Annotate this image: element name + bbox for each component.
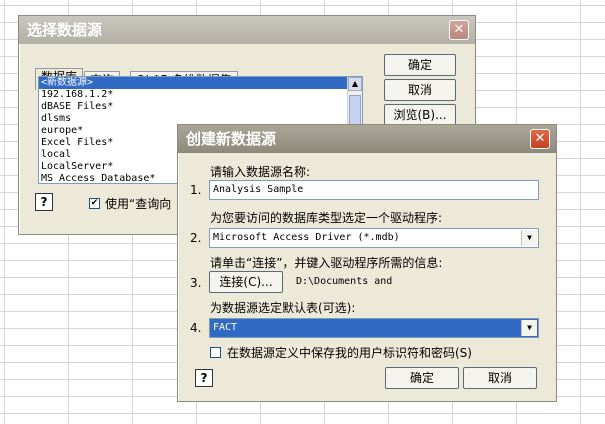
step1-number: 1. [190, 183, 202, 197]
save-credentials-checkbox[interactable] [210, 347, 221, 358]
list-item[interactable]: 192.168.1.2* [39, 89, 362, 101]
step4-number: 4. [190, 321, 202, 335]
chevron-down-icon[interactable]: ▼ [521, 230, 537, 246]
use-query-wizard-label: 使用“查询向 [105, 197, 172, 211]
default-table-select[interactable]: FACT ▼ [209, 318, 539, 338]
create-new-data-source-dialog: 创建新数据源 ✕ 请输入数据源名称: 1. Analysis Sample 为您… [177, 124, 557, 402]
help-icon[interactable]: ? [195, 369, 213, 387]
driver-select[interactable]: Microsoft Access Driver (*.mdb) ▼ [209, 228, 539, 248]
default-table-value: FACT [213, 322, 238, 333]
scroll-up-icon[interactable]: ▲ [348, 77, 362, 91]
list-item[interactable]: dBASE Files* [39, 101, 362, 113]
chevron-down-icon[interactable]: ▼ [521, 320, 537, 336]
driver-select-value: Microsoft Access Driver (*.mdb) [213, 232, 400, 243]
use-query-wizard-checkbox[interactable]: ✔ [89, 198, 100, 209]
step2-prompt: 为您要访问的数据库类型选定一个驱动程序: [210, 211, 443, 225]
list-item[interactable]: <新数据源> [39, 77, 362, 89]
ok-button[interactable]: 确定 [384, 54, 456, 76]
scroll-thumb[interactable] [349, 95, 361, 125]
step4-prompt: 为数据源选定默认表(可选): [210, 301, 356, 315]
browse-button[interactable]: 浏览(B)... [384, 104, 456, 126]
step3-number: 3. [190, 276, 202, 290]
ok-button[interactable]: 确定 [385, 367, 459, 389]
save-credentials-label: 在数据源定义中保存我的用户标识符和密码(S) [227, 346, 472, 360]
close-button[interactable]: ✕ [449, 20, 469, 40]
cancel-button[interactable]: 取消 [384, 79, 456, 101]
step3-prompt: 请单击“连接”，并键入驱动程序所需的信息: [210, 256, 443, 270]
choose-data-source-title: 选择数据源 [27, 21, 103, 39]
cancel-button[interactable]: 取消 [463, 367, 537, 389]
step2-number: 2. [190, 231, 202, 245]
connection-path: D:\Documents and [296, 276, 393, 287]
step1-prompt: 请输入数据源名称: [210, 165, 311, 179]
choose-data-source-titlebar[interactable]: 选择数据源 [19, 16, 475, 44]
create-new-data-source-title: 创建新数据源 [186, 130, 277, 148]
connect-button[interactable]: 连接(C)... [209, 271, 283, 293]
data-source-name-input[interactable]: Analysis Sample [209, 180, 539, 200]
help-icon[interactable]: ? [35, 193, 53, 211]
create-new-data-source-titlebar[interactable]: 创建新数据源 [178, 125, 556, 153]
close-button[interactable]: ✕ [530, 129, 550, 149]
